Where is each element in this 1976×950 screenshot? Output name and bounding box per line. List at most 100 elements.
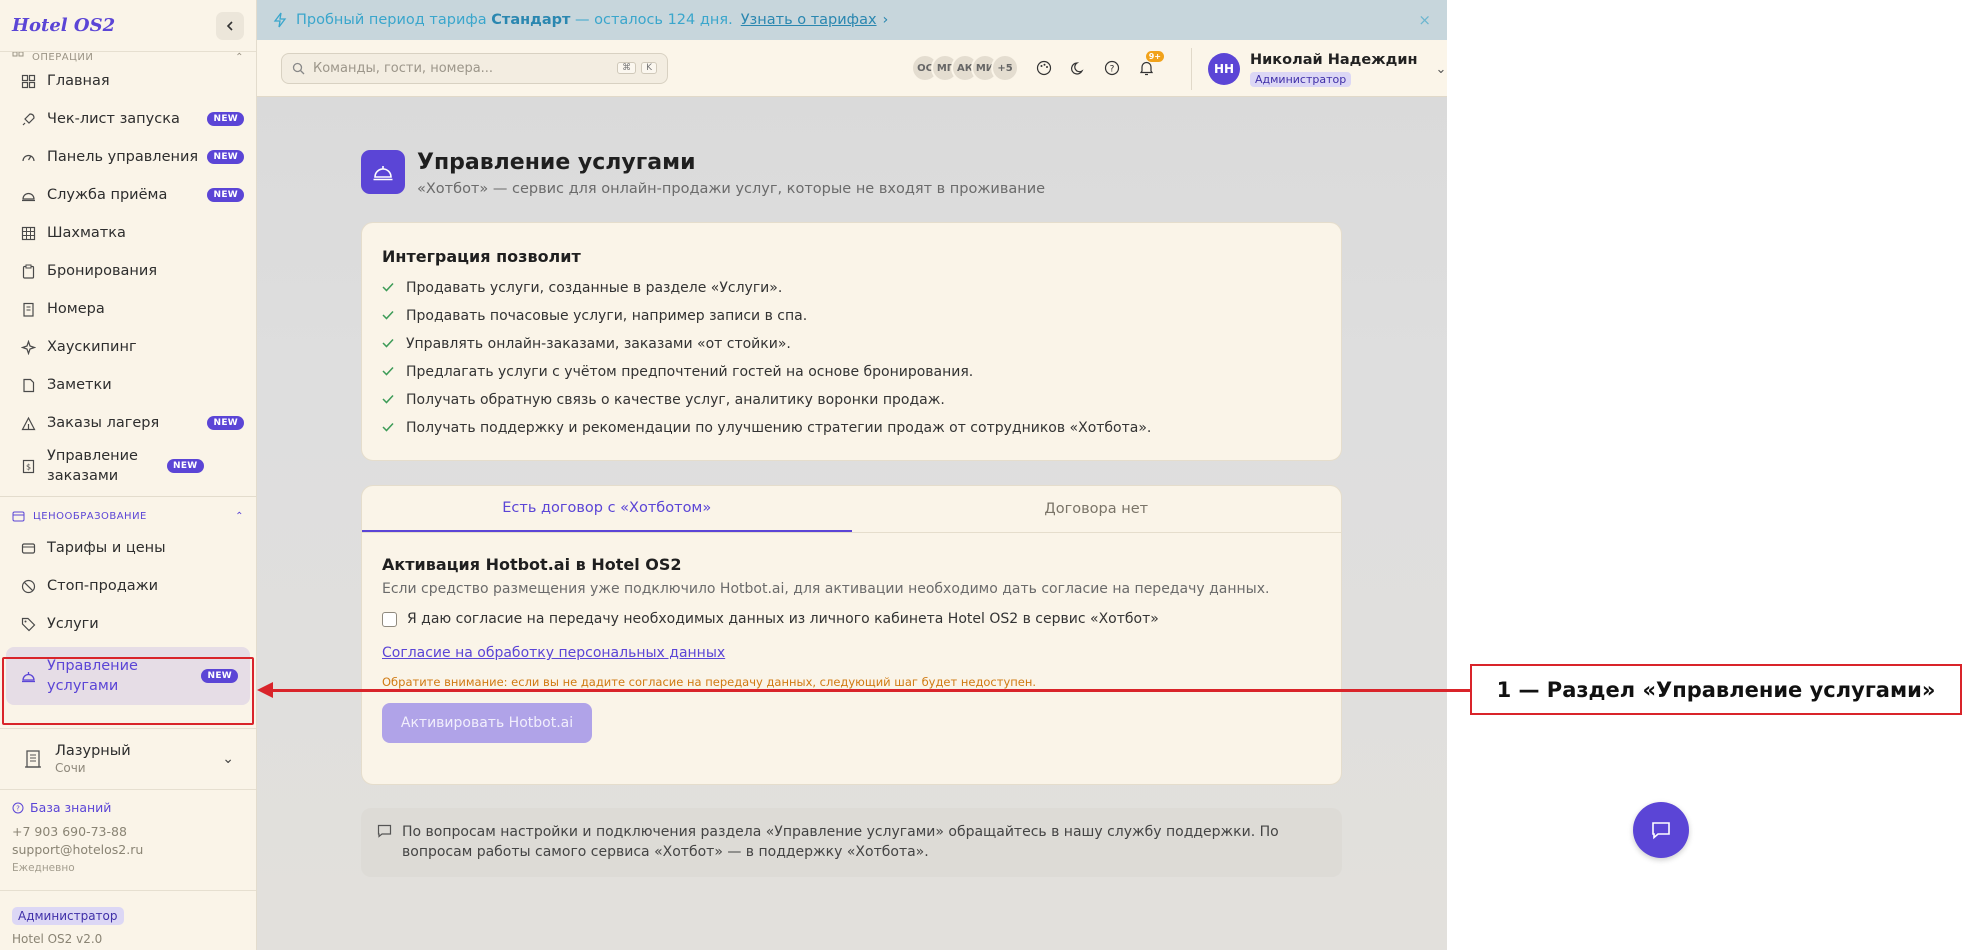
palette-button[interactable] (1031, 55, 1057, 81)
consent-label: Я даю согласие на передачу необходимых д… (407, 611, 1159, 627)
contract-tabs: Есть договор с «Хотботом» Договора нет (362, 486, 1341, 533)
chevron-up-icon: ⌃ (235, 510, 244, 522)
sidebar-footer: Администратор Hotel OS2 v2.0 (0, 890, 256, 950)
sidebar-item-label: Служба приёма (47, 187, 168, 203)
support-email[interactable]: support@hotelos2.ru (12, 841, 143, 859)
consent-checkbox[interactable] (382, 611, 397, 627)
support-phone[interactable]: +7 903 690-73-88 (12, 823, 143, 841)
building-icon (20, 301, 36, 317)
user-menu[interactable]: НН Николай Надеждин Администратор ⌄ (1191, 48, 1446, 90)
concierge-bell-icon (20, 187, 36, 203)
sidebar-item[interactable]: Стоп-продажи (0, 567, 256, 605)
activation-card: Есть договор с «Хотботом» Договора нет А… (361, 485, 1342, 785)
sidebar-item[interactable]: Главная (0, 62, 256, 100)
dark-mode-button[interactable] (1065, 55, 1091, 81)
new-badge: NEW (207, 188, 244, 202)
grid-icon (12, 52, 24, 57)
page-title: Управление услугами (417, 150, 696, 175)
sidebar-item-label: Панель управления (47, 149, 199, 165)
sidebar-item[interactable]: Бронирования (0, 252, 256, 290)
sidebar-item-label: Главная (47, 73, 110, 89)
sidebar-item[interactable]: Чек-лист запуска NEW (0, 100, 256, 138)
hotel-building-icon (22, 748, 44, 770)
annotation-callout: 1 — Раздел «Управление услугами» (1470, 664, 1962, 715)
sidebar-item-label: Бронирования (47, 263, 158, 279)
avatar: НН (1208, 53, 1240, 85)
chevron-down-icon: ⌄ (222, 751, 234, 767)
rocket-icon (20, 111, 36, 127)
search-input[interactable]: Команды, гости, номера... ⌘ K (281, 52, 668, 84)
sidebar-item[interactable]: $ Управление заказами NEW (0, 442, 256, 490)
property-city: Сочи (55, 761, 86, 775)
property-info: Лазурный Сочи (55, 743, 131, 775)
sidebar-item[interactable]: Заказы лагеря NEW (0, 404, 256, 442)
sidebar-item-label: Заметки (47, 377, 112, 393)
search-icon (292, 62, 305, 74)
wallet-icon (20, 540, 36, 556)
sidebar-item-label: Управление заказами (47, 448, 138, 484)
feature-text: Получать обратную связь о качестве услуг… (406, 392, 945, 408)
online-users[interactable]: ОС МГ АК МИ +5 (911, 54, 1019, 82)
feature-text: Получать поддержку и рекомендации по улу… (406, 420, 1152, 436)
trial-prefix: Пробный период тарифа (296, 12, 487, 28)
check-icon (382, 309, 396, 324)
annotation-line (262, 689, 1470, 692)
receipt-icon: $ (20, 458, 36, 474)
section-operations-header[interactable]: ОПЕРАЦИИ ⌃ (0, 52, 256, 62)
sidebar-item-label: Тарифы и цены (47, 540, 166, 556)
tab-no-contract[interactable]: Договора нет (852, 486, 1342, 532)
lightning-icon (273, 12, 287, 28)
consent-row[interactable]: Я даю согласие на передачу необходимых д… (382, 611, 1321, 627)
help-button[interactable]: ? (1099, 55, 1125, 81)
sidebar-item[interactable]: Панель управления NEW (0, 138, 256, 176)
notifications-button[interactable]: 9+ (1133, 51, 1164, 81)
sidebar-item[interactable]: Номера (0, 290, 256, 328)
collapse-sidebar-button[interactable] (216, 11, 244, 40)
sidebar-item[interactable]: Хаускипинг (0, 328, 256, 366)
chevron-left-icon (226, 20, 233, 31)
shortcut-key-k: K (641, 62, 657, 74)
sidebar-item[interactable]: Шахматка (0, 214, 256, 252)
topbar: Команды, гости, номера... ⌘ K ОС МГ АК МИ +5… (257, 40, 1447, 97)
chat-button[interactable] (1633, 802, 1689, 858)
svg-text:$: $ (25, 462, 30, 471)
tag-icon (20, 616, 36, 632)
notifications-count: 9+ (1145, 51, 1164, 62)
grid-icon (20, 73, 36, 89)
search-placeholder: Команды, гости, номера... (313, 60, 494, 76)
section-pricing-header[interactable]: ЦЕНООБРАЗОВАНИЕ ⌃ (0, 503, 256, 529)
support-note-text: По вопросам настройки и подключения разд… (402, 824, 1279, 860)
knowledge-base-link[interactable]: ? База знаний (12, 799, 143, 817)
table-icon (20, 225, 36, 241)
sidebar-item[interactable]: Служба приёма NEW (0, 176, 256, 214)
privacy-policy-link[interactable]: Согласие на обработку персональных данны… (382, 645, 725, 661)
activation-title: Активация Hotbot.ai в Hotel OS2 (382, 555, 682, 574)
svg-text:?: ? (1110, 64, 1115, 74)
sidebar-item[interactable]: Заметки (0, 366, 256, 404)
support-note: По вопросам настройки и подключения разд… (361, 808, 1342, 877)
brand-logo[interactable]: Hotel OS2 (12, 15, 115, 36)
tariffs-link[interactable]: Узнать о тарифах (741, 12, 877, 28)
gauge-icon (20, 149, 36, 165)
app-version: Hotel OS2 v2.0 (12, 932, 103, 946)
chevron-up-icon: ⌃ (235, 52, 244, 62)
help-circle-icon: ? (12, 802, 24, 814)
close-banner-button[interactable]: × (1418, 11, 1431, 29)
sidebar-item[interactable]: Услуги (0, 605, 256, 643)
feature-item: Получать обратную связь о качестве услуг… (382, 386, 1321, 414)
property-switcher[interactable]: Лазурный Сочи ⌄ (0, 728, 256, 790)
bell-icon (1139, 61, 1153, 76)
user-avatar[interactable]: +5 (991, 54, 1019, 82)
check-icon (382, 393, 396, 408)
trial-plan: Стандарт (491, 12, 571, 28)
sidebar-item-label: Шахматка (47, 225, 126, 241)
message-square-icon (377, 824, 392, 863)
activate-hotbot-button[interactable]: Активировать Hotbot.ai (382, 703, 592, 743)
features-title: Интеграция позволит (382, 247, 581, 266)
sparkles-icon (20, 339, 36, 355)
operations-list: Главная Чек-лист запуска NEW Панель управле… (0, 62, 256, 490)
features-list: Продавать услуги, созданные в разделе «У… (382, 274, 1321, 442)
features-card: Интеграция позволит Продавать услуги, со… (361, 222, 1342, 461)
sidebar-item[interactable]: Тарифы и цены (0, 529, 256, 567)
tab-has-contract[interactable]: Есть договор с «Хотботом» (362, 486, 852, 532)
